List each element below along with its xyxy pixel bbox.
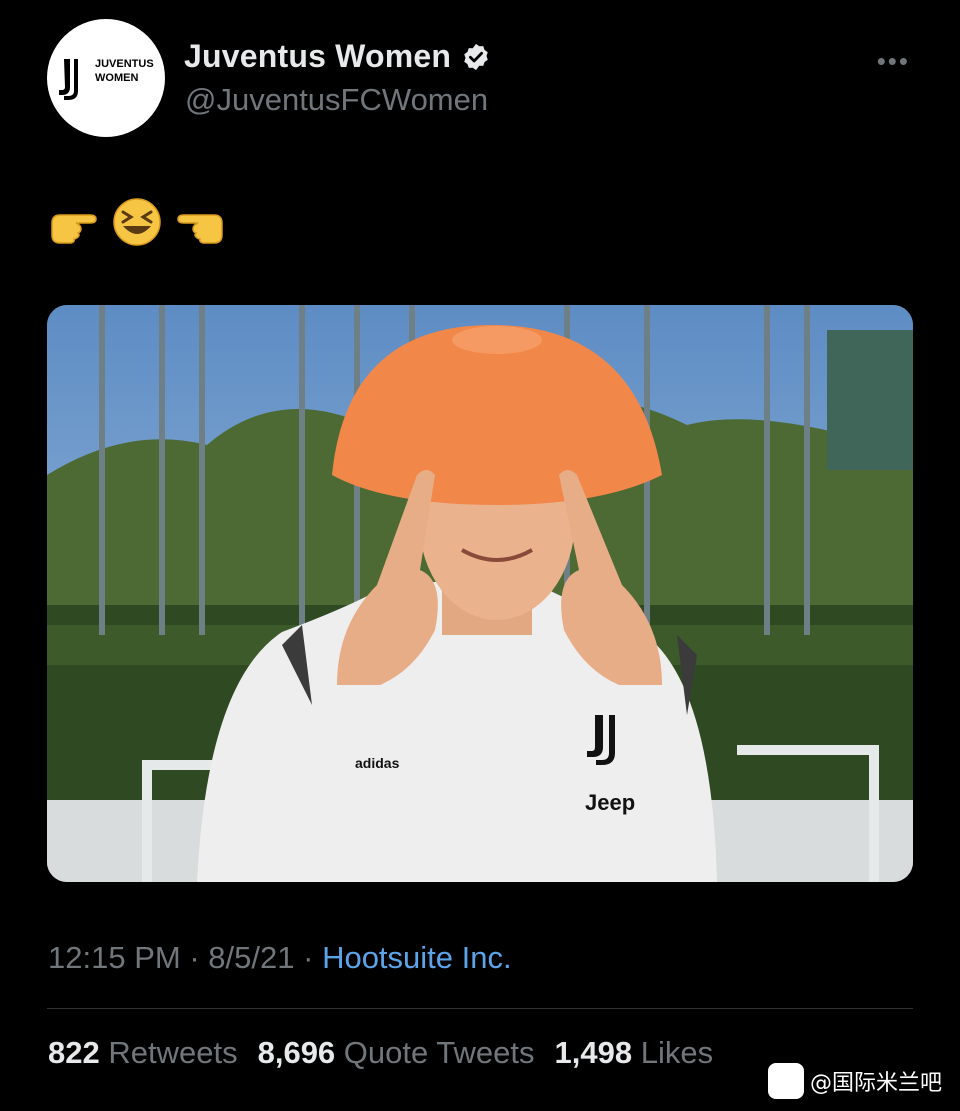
quote-tweets-stat[interactable]: 8,696 Quote Tweets — [258, 1035, 535, 1071]
likes-label: Likes — [640, 1035, 714, 1070]
likes-count: 1,498 — [554, 1035, 633, 1070]
quote-tweets-label: Quote Tweets — [343, 1035, 535, 1070]
photo: Jeep adidas — [47, 305, 913, 882]
tweet-time[interactable]: 12:15 PM — [48, 940, 181, 975]
retweets-label: Retweets — [108, 1035, 238, 1070]
svg-text:WOMEN: WOMEN — [95, 72, 138, 84]
watermark-text: @国际米兰吧 — [809, 1071, 942, 1096]
watermark-logo-icon — [767, 1063, 804, 1099]
svg-text:Jeep: Jeep — [585, 790, 635, 815]
quote-tweets-count: 8,696 — [257, 1035, 336, 1070]
svg-text:JUVENTUS: JUVENTUS — [95, 58, 154, 70]
retweets-stat[interactable]: 822 Retweets — [48, 1035, 238, 1071]
tweet-timestamp: 12:15 PM · 8/5/21 · Hootsuite Inc. — [48, 940, 512, 976]
more-options-icon[interactable]: ••• — [877, 46, 910, 77]
laughing-face-icon — [113, 198, 161, 246]
tweet-stats: 822 Retweets 8,696 Quote Tweets 1,498 Li… — [48, 1035, 733, 1071]
display-name[interactable]: Juventus Women — [184, 38, 451, 75]
juventus-logo-icon: JUVENTUS WOMEN — [59, 58, 154, 100]
tweet-date[interactable]: 8/5/21 — [208, 940, 294, 975]
tweet-text — [48, 197, 226, 247]
tweet-media-image[interactable]: Jeep adidas — [47, 305, 913, 882]
watermark: @国际米兰吧 — [767, 1063, 942, 1099]
likes-stat[interactable]: 1,498 Likes — [555, 1035, 714, 1071]
tweet-source-link[interactable]: Hootsuite Inc. — [322, 940, 512, 975]
point-left-icon — [177, 214, 223, 244]
meta-separator: · — [303, 940, 314, 975]
account-handle[interactable]: @JuventusFCWomen — [185, 82, 488, 118]
name-row: Juventus Women — [184, 38, 491, 75]
verified-badge-icon — [464, 43, 488, 70]
point-right-icon — [51, 214, 97, 244]
avatar[interactable]: JUVENTUS WOMEN — [47, 19, 165, 137]
svg-text:adidas: adidas — [355, 755, 400, 771]
retweets-count: 822 — [48, 1035, 100, 1070]
divider — [47, 1008, 913, 1009]
meta-separator: · — [189, 940, 200, 975]
